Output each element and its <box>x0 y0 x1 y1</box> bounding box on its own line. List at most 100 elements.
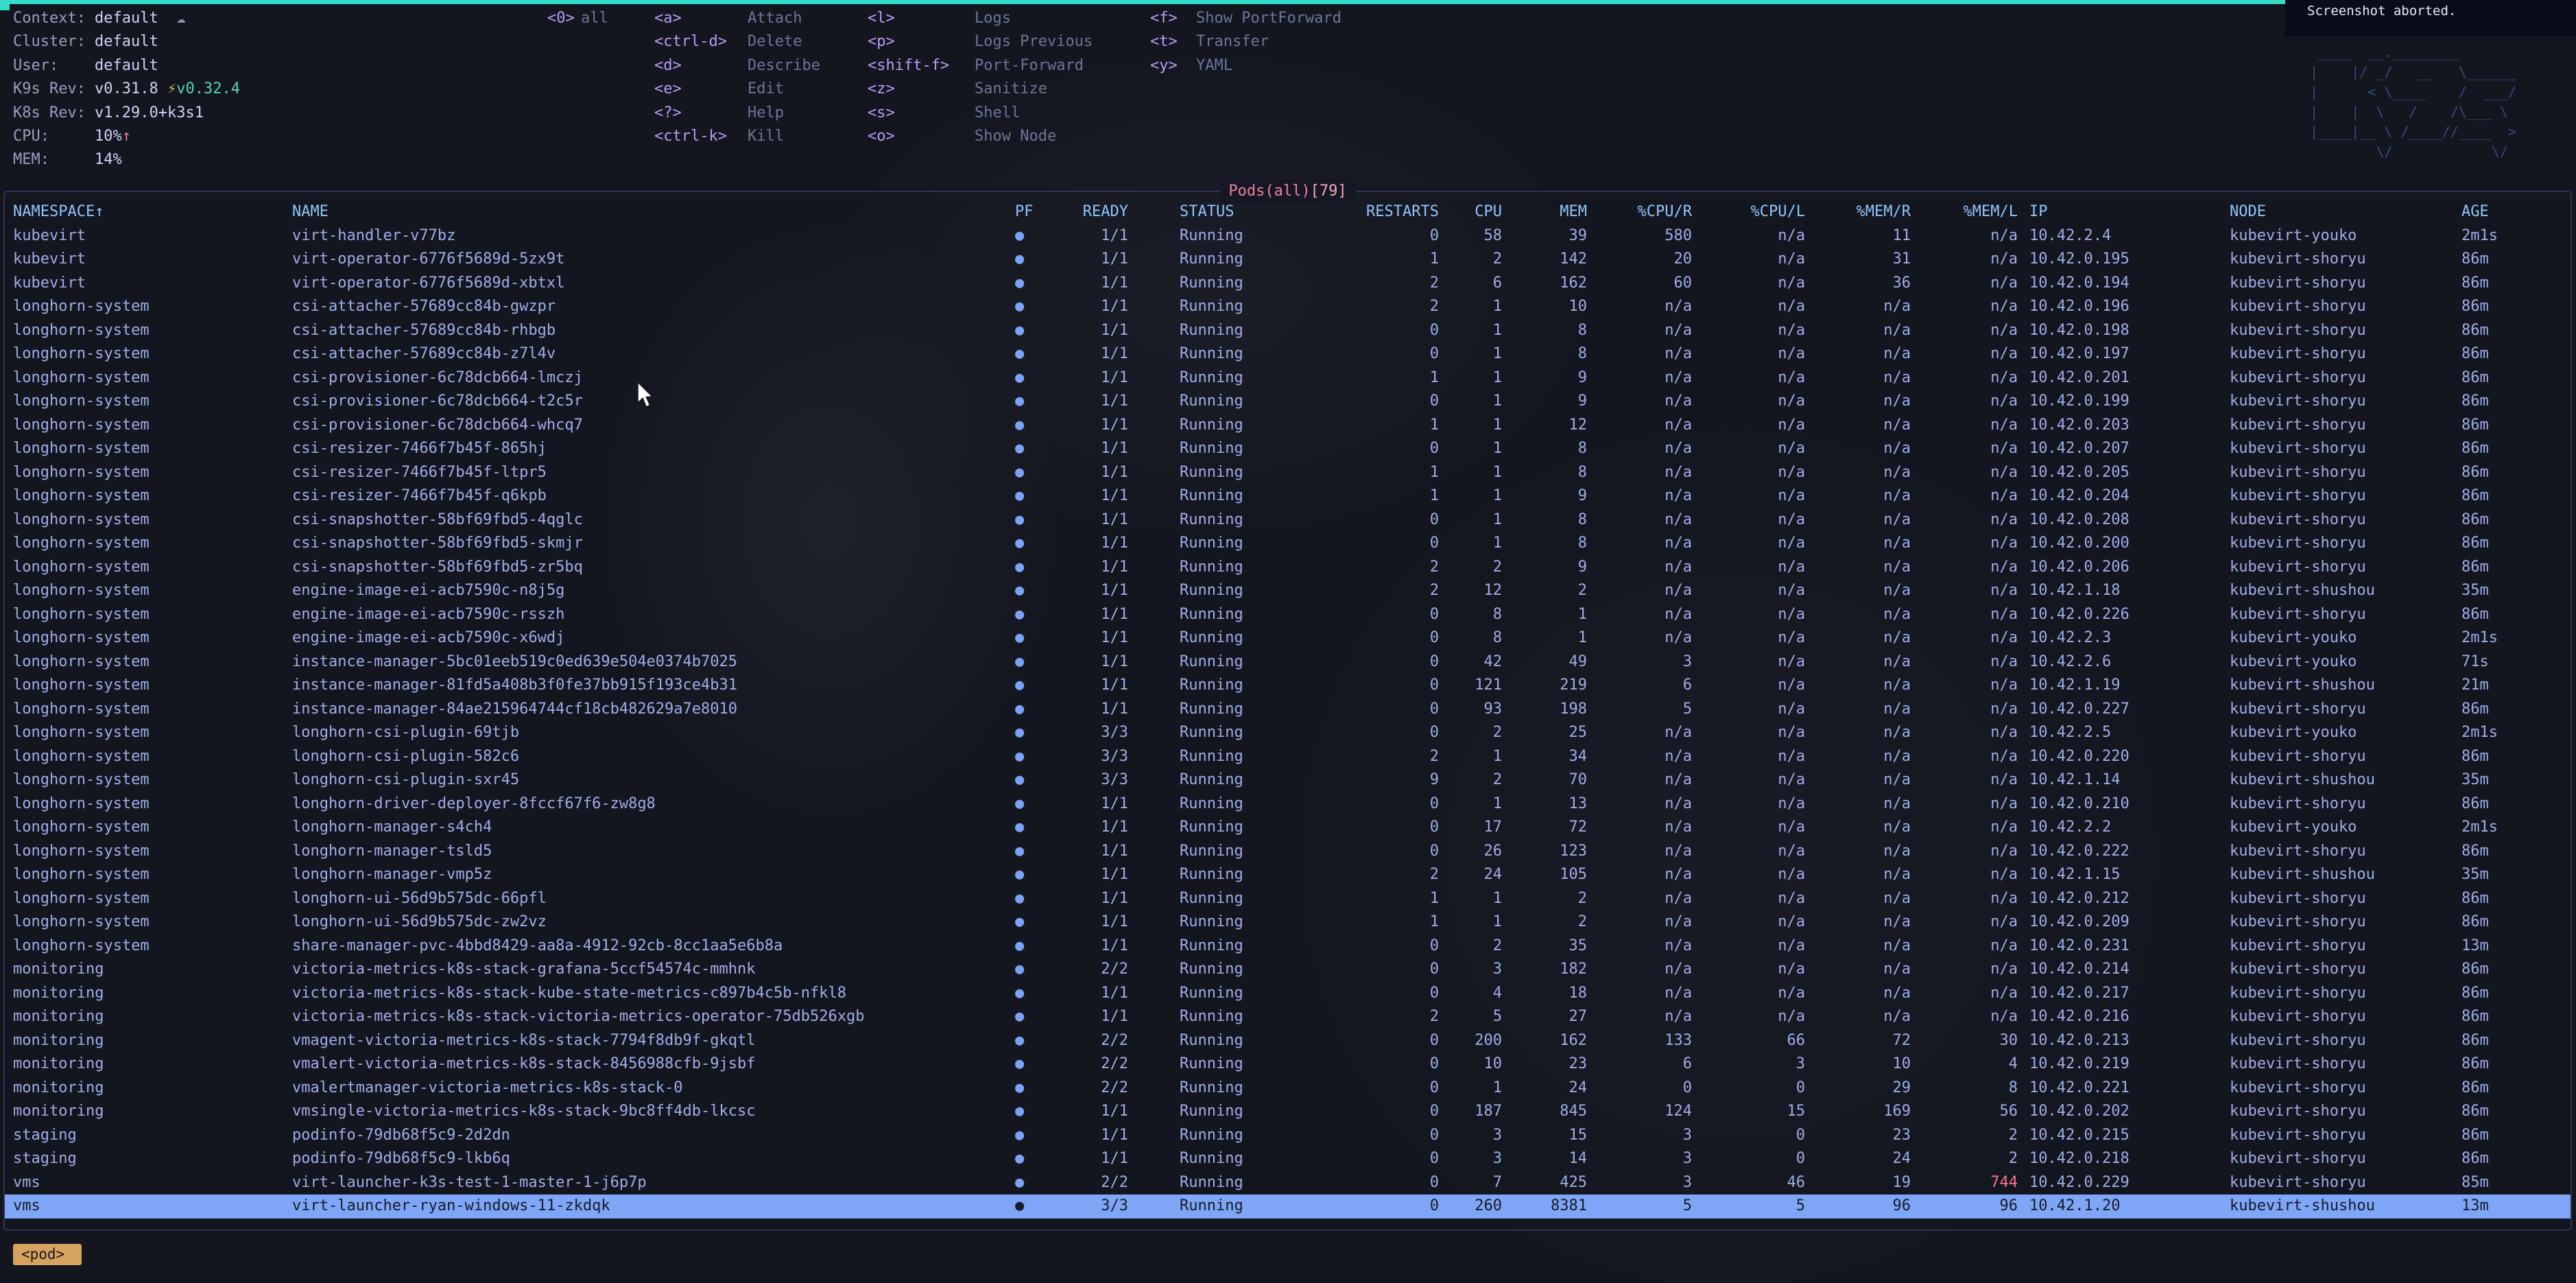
hotkey-item[interactable]: <a>Attach <box>654 7 820 30</box>
column-header-ready[interactable]: READY <box>1038 200 1128 224</box>
column-header--mem-r[interactable]: %MEM/R <box>1805 200 1911 224</box>
pod-cell: 142 <box>1502 248 1587 272</box>
hotkey-item[interactable]: <z>Sanitize <box>868 78 1093 101</box>
pod-cell: 9 <box>1502 390 1587 414</box>
pod-row[interactable]: longhorn-systemshare-manager-pvc-4bbd842… <box>5 934 2571 958</box>
hotkey-item[interactable]: <f>Show PortForward <box>1150 7 1341 30</box>
column-header-restarts[interactable]: RESTARTS <box>1365 200 1439 224</box>
column-header-ip[interactable]: IP <box>2018 200 2230 224</box>
hotkey-item[interactable]: <ctrl-k>Kill <box>654 125 820 148</box>
hotkey-item[interactable]: <t>Transfer <box>1150 30 1341 54</box>
pod-row[interactable]: kubevirtvirt-operator-6776f5689d-5zx9t●1… <box>5 248 2571 272</box>
pod-cell: 86m <box>2461 1147 2564 1171</box>
pod-row[interactable]: kubevirtvirt-handler-v77bz●1/1Running058… <box>5 224 2571 248</box>
pod-row[interactable]: longhorn-systeminstance-manager-5bc01eeb… <box>5 650 2571 674</box>
pod-row[interactable]: vmsvirt-launcher-k3s-test-1-master-1-j6p… <box>5 1171 2571 1195</box>
pod-cell: 2 <box>1365 579 1439 603</box>
hotkey-item[interactable]: <o>Show Node <box>868 125 1093 148</box>
column-header-cpu[interactable]: CPU <box>1439 200 1502 224</box>
pod-cell: longhorn-system <box>13 603 292 627</box>
pod-cell: 0 <box>1365 1124 1439 1148</box>
cluster-info-row: K8s Rev:v1.29.0+k3s1 <box>13 102 240 125</box>
pod-row[interactable]: stagingpodinfo-79db68f5c9-lkb6q●1/1Runni… <box>5 1147 2571 1171</box>
pod-row[interactable]: longhorn-systeminstance-manager-81fd5a40… <box>5 674 2571 698</box>
hotkey-item[interactable]: <y>YAML <box>1150 54 1341 78</box>
pod-cell: 187 <box>1439 1100 1502 1124</box>
column-header-status[interactable]: STATUS <box>1128 200 1365 224</box>
pod-row[interactable]: longhorn-systemcsi-attacher-57689cc84b-g… <box>5 295 2571 319</box>
pod-row[interactable]: longhorn-systemlonghorn-ui-56d9b575dc-66… <box>5 887 2571 911</box>
pod-cell: Running <box>1128 958 1365 982</box>
pod-cell: kubevirt-youko <box>2230 721 2461 745</box>
hotkey-item[interactable]: <s>Shell <box>868 102 1093 125</box>
pod-row[interactable]: longhorn-systemcsi-attacher-57689cc84b-z… <box>5 342 2571 366</box>
pod-row[interactable]: longhorn-systemcsi-snapshotter-58bf69fbd… <box>5 556 2571 580</box>
pod-row[interactable]: kubevirtvirt-operator-6776f5689d-xbtxl●1… <box>5 272 2571 296</box>
column-header-pf[interactable]: PF <box>1015 200 1038 224</box>
pod-row[interactable]: monitoringvmalert-victoria-metrics-k8s-s… <box>5 1052 2571 1076</box>
hotkey-label: Help <box>748 102 784 125</box>
pod-row[interactable]: longhorn-systemengine-image-ei-acb7590c-… <box>5 626 2571 650</box>
hotkey-item[interactable]: <l>Logs <box>868 7 1093 30</box>
hotkey-item[interactable]: <e>Edit <box>654 78 820 101</box>
pod-row[interactable]: longhorn-systemcsi-snapshotter-58bf69fbd… <box>5 508 2571 532</box>
pod-row[interactable]: longhorn-systemlonghorn-manager-vmp5z●1/… <box>5 863 2571 887</box>
column-header--mem-l[interactable]: %MEM/L <box>1911 200 2018 224</box>
pod-cell: 1/1 <box>1038 1005 1128 1029</box>
pod-cell: n/a <box>1911 982 2018 1006</box>
pod-cell: n/a <box>1911 484 2018 508</box>
pod-cell: 10.42.2.5 <box>2018 721 2230 745</box>
column-header--cpu-l[interactable]: %CPU/L <box>1692 200 1805 224</box>
pod-row[interactable]: longhorn-systemcsi-resizer-7466f7b45f-86… <box>5 437 2571 461</box>
pod-cell: 10.42.0.219 <box>2018 1052 2230 1076</box>
pod-row[interactable]: longhorn-systeminstance-manager-84ae2159… <box>5 698 2571 722</box>
pod-row[interactable]: monitoringvmagent-victoria-metrics-k8s-s… <box>5 1029 2571 1053</box>
pod-row[interactable]: longhorn-systemcsi-provisioner-6c78dcb66… <box>5 390 2571 414</box>
pod-cell: 3/3 <box>1038 1194 1128 1219</box>
pod-row[interactable]: monitoringvictoria-metrics-k8s-stack-kub… <box>5 982 2571 1006</box>
pod-row[interactable]: stagingpodinfo-79db68f5c9-2d2dn●1/1Runni… <box>5 1124 2571 1148</box>
pod-cell: 1 <box>1365 414 1439 438</box>
pod-row[interactable]: longhorn-systemlonghorn-manager-tsld5●1/… <box>5 840 2571 864</box>
hotkey-item[interactable]: <?>Help <box>654 102 820 125</box>
pod-row[interactable]: longhorn-systemengine-image-ei-acb7590c-… <box>5 579 2571 603</box>
hotkey-item[interactable]: <d>Describe <box>654 54 820 78</box>
pod-row[interactable]: longhorn-systemcsi-resizer-7466f7b45f-lt… <box>5 461 2571 485</box>
pod-row-selected[interactable]: vmsvirt-launcher-ryan-windows-11-zkdqk●3… <box>5 1194 2571 1219</box>
pod-cell: n/a <box>1587 626 1692 650</box>
pod-cell: n/a <box>1692 508 1805 532</box>
pod-row[interactable]: monitoringvictoria-metrics-k8s-stack-gra… <box>5 958 2571 982</box>
pod-cell: 86m <box>2461 366 2564 390</box>
pod-row[interactable]: longhorn-systemcsi-snapshotter-58bf69fbd… <box>5 532 2571 556</box>
column-header-namespace-[interactable]: NAMESPACE↑ <box>13 200 292 224</box>
pod-row[interactable]: longhorn-systemcsi-provisioner-6c78dcb66… <box>5 414 2571 438</box>
hotkey-item[interactable]: <p>Logs Previous <box>868 30 1093 54</box>
column-header-age[interactable]: AGE <box>2461 200 2564 224</box>
pod-row[interactable]: longhorn-systemlonghorn-ui-56d9b575dc-zw… <box>5 910 2571 934</box>
hotkey-item[interactable]: <ctrl-d>Delete <box>654 30 820 54</box>
hotkey-item[interactable]: <0>all <box>547 7 608 30</box>
pod-row[interactable]: monitoringvmsingle-victoria-metrics-k8s-… <box>5 1100 2571 1124</box>
pod-cell: kubevirt-shoryu <box>2230 414 2461 438</box>
pod-row[interactable]: longhorn-systemlonghorn-csi-plugin-69tjb… <box>5 721 2571 745</box>
pod-row[interactable]: longhorn-systemlonghorn-csi-plugin-582c6… <box>5 745 2571 769</box>
pod-row[interactable]: longhorn-systemlonghorn-driver-deployer-… <box>5 792 2571 816</box>
pod-row[interactable]: longhorn-systemcsi-resizer-7466f7b45f-q6… <box>5 484 2571 508</box>
column-header-mem[interactable]: MEM <box>1502 200 1587 224</box>
column-header--cpu-r[interactable]: %CPU/R <box>1587 200 1692 224</box>
info-value: 14% <box>95 148 122 172</box>
pod-row[interactable]: longhorn-systemcsi-provisioner-6c78dcb66… <box>5 366 2571 390</box>
column-header-node[interactable]: NODE <box>2230 200 2461 224</box>
pod-cell: 19 <box>1805 1171 1911 1195</box>
pod-row[interactable]: longhorn-systemlonghorn-manager-s4ch4●1/… <box>5 816 2571 840</box>
pod-row[interactable]: longhorn-systemlonghorn-csi-plugin-sxr45… <box>5 768 2571 792</box>
pod-row[interactable]: monitoringvmalertmanager-victoria-metric… <box>5 1076 2571 1100</box>
pod-cell: n/a <box>1911 1005 2018 1029</box>
column-header-name[interactable]: NAME <box>292 200 1015 224</box>
pod-cell: 1/1 <box>1038 295 1128 319</box>
breadcrumb-pod[interactable]: <pod> <box>13 1244 82 1265</box>
pod-row[interactable]: monitoringvictoria-metrics-k8s-stack-vic… <box>5 1005 2571 1029</box>
hotkey-item[interactable]: <shift-f>Port-Forward <box>868 54 1093 78</box>
pod-row[interactable]: longhorn-systemengine-image-ei-acb7590c-… <box>5 603 2571 627</box>
pod-row[interactable]: longhorn-systemcsi-attacher-57689cc84b-r… <box>5 319 2571 343</box>
